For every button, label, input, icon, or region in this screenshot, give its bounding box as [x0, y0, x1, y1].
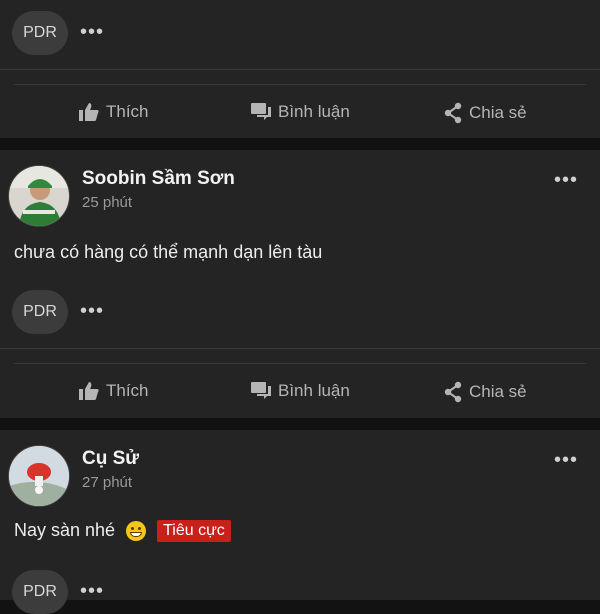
post-card-soobin: Soobin Sầm Sơn 25 phút ••• chưa có hàng … [0, 150, 600, 418]
share-icon [444, 381, 462, 403]
post-content: Nay sàn nhé [14, 520, 116, 540]
like-button[interactable]: Thích [78, 102, 149, 122]
comment-button[interactable]: Bình luận [250, 381, 350, 401]
more-dots-icon[interactable]: ••• [554, 170, 578, 190]
avatar-image [9, 446, 69, 506]
post-content-row: Nay sàn nhé Tiêu cực [14, 520, 231, 543]
share-button[interactable]: Chia sẻ [443, 102, 527, 124]
avatar[interactable] [8, 445, 70, 507]
divider [14, 84, 586, 85]
like-label: Thích [106, 381, 149, 400]
more-dots-icon[interactable]: ••• [80, 301, 104, 321]
post-card-cusu: Cụ Sử 27 phút ••• Nay sàn nhé Tiêu cực P… [0, 430, 600, 614]
thumbs-up-icon [79, 382, 99, 400]
post-card-top: PDR ••• Thích Bình luận Chia sẻ [0, 0, 600, 138]
more-dots-icon[interactable]: ••• [80, 581, 104, 601]
divider [0, 69, 600, 70]
comment-button[interactable]: Bình luận [250, 102, 350, 122]
share-button[interactable]: Chia sẻ [443, 381, 527, 403]
thumbs-up-icon [79, 103, 99, 121]
pill-label: PDR [23, 583, 57, 600]
more-dots-icon[interactable]: ••• [80, 22, 104, 42]
author-name[interactable]: Cụ Sử [82, 448, 139, 470]
like-button[interactable]: Thích [78, 381, 149, 401]
share-icon [444, 102, 462, 124]
reaction-pill[interactable]: PDR [12, 570, 68, 614]
comment-icon [251, 103, 271, 120]
divider [0, 348, 600, 349]
share-label: Chia sẻ [469, 103, 527, 122]
comment-label: Bình luận [278, 102, 350, 121]
post-content: chưa có hàng có thể mạnh dạn lên tàu [14, 242, 323, 262]
divider [14, 363, 586, 364]
pill-label: PDR [23, 24, 57, 41]
share-label: Chia sẻ [469, 382, 527, 401]
avatar-image [9, 166, 69, 226]
comment-label: Bình luận [278, 381, 350, 400]
reaction-pill[interactable]: PDR [12, 11, 68, 55]
comment-icon [251, 382, 271, 399]
pill-label: PDR [23, 303, 57, 320]
author-name[interactable]: Soobin Sầm Sơn [82, 168, 235, 190]
like-label: Thích [106, 102, 149, 121]
more-dots-icon[interactable]: ••• [554, 450, 578, 470]
post-time: 27 phút [82, 474, 133, 491]
avatar[interactable] [8, 165, 70, 227]
post-time: 25 phút [82, 194, 133, 211]
reaction-pill[interactable]: PDR [12, 290, 68, 334]
grinning-face-icon [126, 521, 147, 542]
sentiment-badge: Tiêu cực [157, 520, 231, 543]
